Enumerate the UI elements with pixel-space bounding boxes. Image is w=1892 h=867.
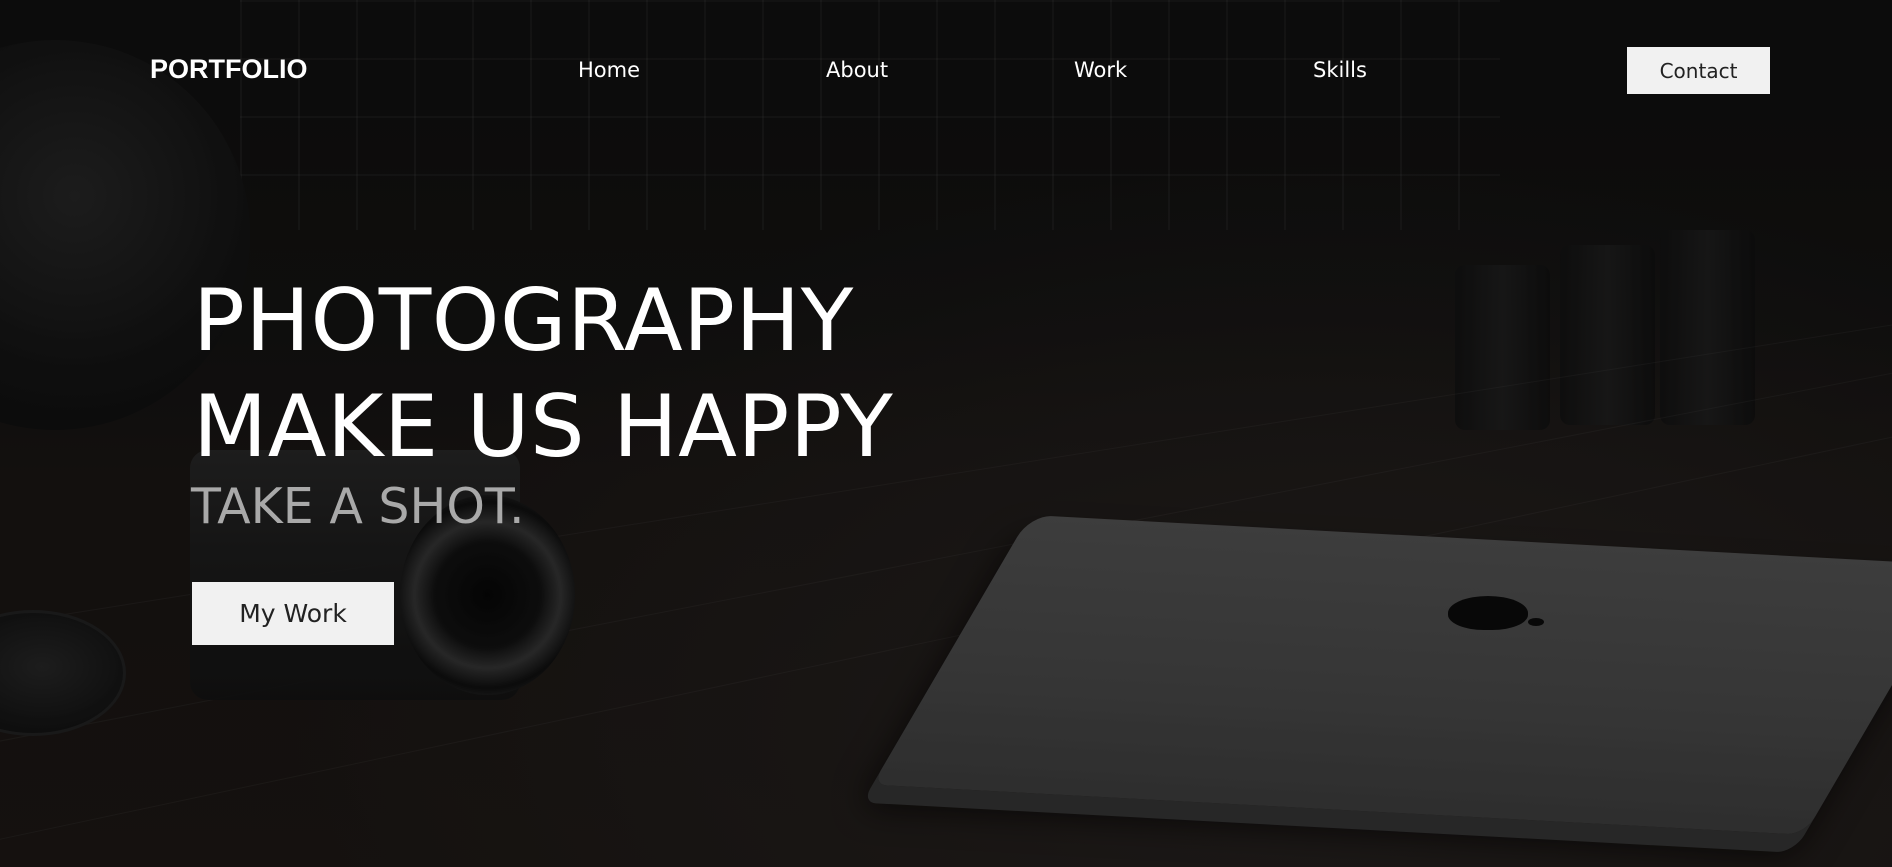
nav-link-work[interactable]: Work [1074, 58, 1127, 82]
background-lens-3 [1660, 230, 1755, 425]
site-logo[interactable]: PORTFOLIO [150, 54, 308, 85]
nav-link-home[interactable]: Home [578, 58, 640, 82]
contact-button[interactable]: Contact [1627, 47, 1770, 94]
background-lens-2 [1560, 245, 1655, 425]
laptop-image [872, 515, 1892, 835]
my-work-button[interactable]: My Work [192, 582, 394, 645]
background-lens-1 [1455, 265, 1550, 430]
background-dish [0, 610, 126, 736]
hero-title-line-1: PHOTOGRAPHY [193, 271, 854, 371]
hero-tagline: TAKE A SHOT. [191, 478, 525, 535]
hero-title: PHOTOGRAPHY MAKE US HAPPY [193, 268, 893, 480]
navbar: PORTFOLIO Home About Work Skills Contact [0, 0, 1892, 142]
nav-link-about[interactable]: About [826, 58, 888, 82]
nav-link-skills[interactable]: Skills [1313, 58, 1367, 82]
hero-section: PORTFOLIO Home About Work Skills Contact… [0, 0, 1892, 867]
hero-title-line-2: MAKE US HAPPY [193, 377, 894, 477]
apple-logo-icon [1448, 596, 1544, 630]
